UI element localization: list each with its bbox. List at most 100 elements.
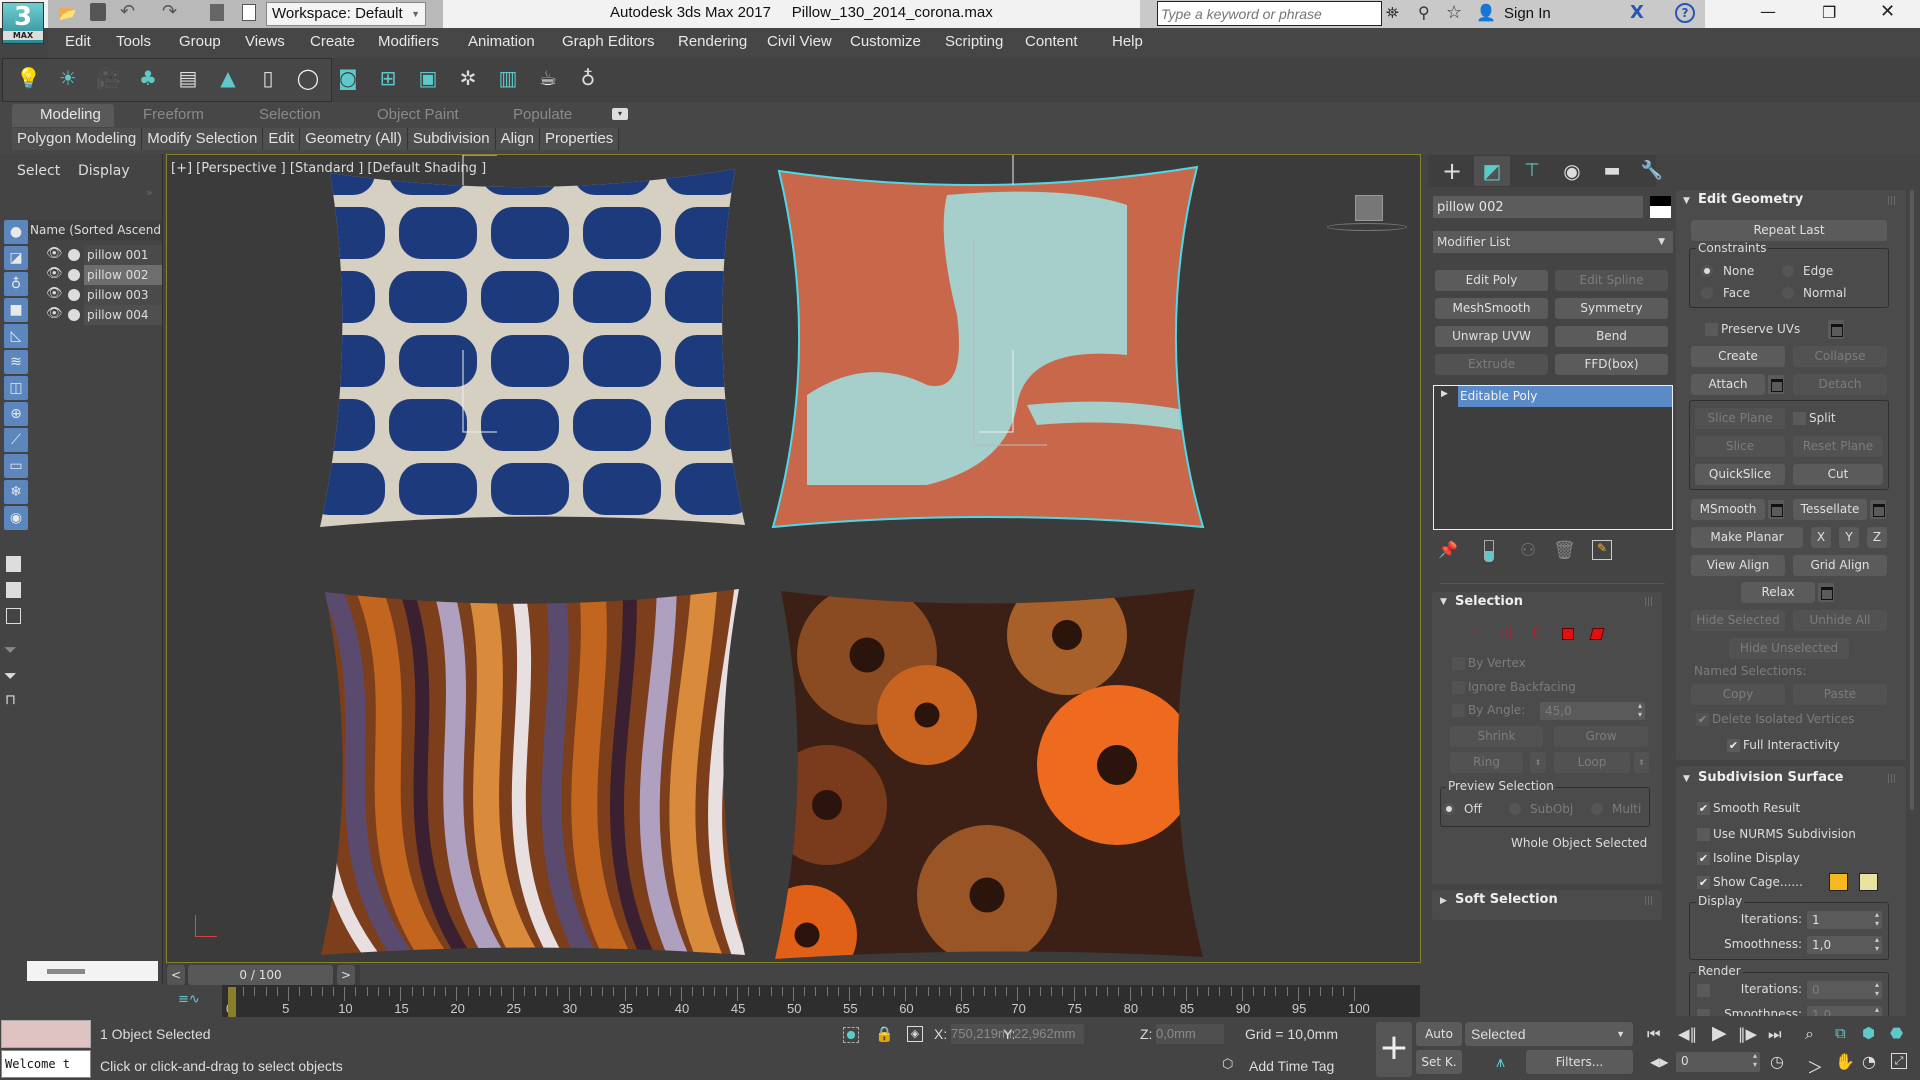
object-color-swatch[interactable] bbox=[1650, 196, 1671, 218]
vfb-icon[interactable]: ▥ bbox=[496, 66, 520, 90]
key-mode-dropdown[interactable]: Selected ▼ bbox=[1465, 1022, 1633, 1046]
panel-align[interactable]: Align bbox=[495, 128, 540, 150]
orbit-icon[interactable]: ◔ bbox=[1862, 1052, 1876, 1071]
display-shapes-icon[interactable]: ◪ bbox=[4, 246, 28, 270]
menu-group[interactable]: Group bbox=[179, 33, 221, 50]
cut-button[interactable]: Cut bbox=[1793, 464, 1883, 485]
cage-color-swatch[interactable] bbox=[1829, 873, 1848, 891]
proxy-icon[interactable]: ▯ bbox=[256, 66, 280, 90]
expand-arrow-icon[interactable]: ▶ bbox=[1441, 389, 1448, 399]
preserve-uvs-checkbox[interactable] bbox=[1705, 323, 1718, 336]
edit-geometry-title[interactable]: Edit Geometry bbox=[1698, 192, 1803, 207]
configure-modifier-sets-icon[interactable]: ✎ bbox=[1592, 540, 1612, 560]
auto-key-button[interactable]: Auto bbox=[1416, 1022, 1462, 1046]
explorer-row[interactable]: 👁 pillow 004 bbox=[28, 305, 162, 325]
make-planar-button[interactable]: Make Planar bbox=[1691, 527, 1803, 548]
tab-freeform[interactable]: Freeform bbox=[143, 106, 204, 123]
repeat-last-button[interactable]: Repeat Last bbox=[1691, 220, 1887, 241]
workspace-dropdown[interactable]: Workspace: Default ▼ bbox=[266, 2, 426, 26]
set-key-button[interactable]: Set K. bbox=[1416, 1050, 1462, 1074]
attach-list-button[interactable] bbox=[1768, 375, 1784, 394]
menu-scripting[interactable]: Scripting bbox=[945, 33, 1003, 50]
panel-polygon-modeling[interactable]: Polygon Modeling bbox=[12, 128, 143, 150]
previous-frame-icon[interactable]: ◀‖ bbox=[1678, 1025, 1697, 1043]
rollout-grip-icon[interactable] bbox=[1888, 196, 1897, 205]
create-button[interactable]: Create bbox=[1691, 346, 1785, 367]
display-groups-icon[interactable]: ◫ bbox=[4, 376, 28, 400]
vertex-mode-icon[interactable]: ⁖ bbox=[1470, 625, 1478, 641]
zoom-icon[interactable]: ⌕ bbox=[1805, 1024, 1814, 1044]
play-icon[interactable]: ▶ bbox=[1712, 1022, 1727, 1044]
by-vertex-checkbox[interactable] bbox=[1452, 657, 1465, 670]
filters-button[interactable]: Filters... bbox=[1526, 1050, 1633, 1074]
star-icon[interactable]: ☆ bbox=[1446, 2, 1462, 23]
display-lights-icon[interactable]: ♁ bbox=[4, 272, 28, 296]
render-smoothness-spinner[interactable]: 1,0 bbox=[1807, 1005, 1882, 1016]
menu-edit[interactable]: Edit bbox=[65, 33, 91, 50]
utilities-tab-icon[interactable]: 🔧 bbox=[1634, 156, 1670, 186]
freeze-dot-icon[interactable] bbox=[68, 309, 80, 321]
menu-rendering[interactable]: Rendering bbox=[678, 33, 747, 50]
modifier-list-dropdown[interactable]: Modifier List ▼ bbox=[1433, 231, 1673, 253]
relax-button[interactable]: Relax bbox=[1741, 582, 1815, 603]
tessellate-button[interactable]: Tessellate bbox=[1793, 499, 1867, 520]
ring-button[interactable]: Ring bbox=[1450, 752, 1523, 773]
ffd-box-button[interactable]: FFD(box) bbox=[1555, 354, 1668, 375]
binoculars-icon[interactable]: ⛯ bbox=[1386, 3, 1399, 23]
detach-button[interactable]: Detach bbox=[1793, 374, 1887, 395]
time-tag-icon[interactable]: ⬡ bbox=[1222, 1057, 1233, 1072]
open-file-icon[interactable]: 📂 bbox=[58, 4, 77, 22]
display-tab-icon[interactable]: ▬ bbox=[1594, 156, 1630, 186]
add-time-tag-button[interactable]: Add Time Tag bbox=[1249, 1058, 1334, 1074]
time-slider-thumb[interactable]: 0 / 100 bbox=[188, 965, 333, 985]
edit-spline-button[interactable]: Edit Spline bbox=[1555, 270, 1668, 291]
project-icon[interactable] bbox=[210, 4, 224, 21]
visibility-eye-icon[interactable]: 👁 bbox=[46, 246, 63, 261]
rollout-grip-icon[interactable] bbox=[1645, 597, 1654, 606]
collapse-arrow-icon[interactable]: ▼ bbox=[1683, 774, 1690, 784]
delete-isolated-checkbox[interactable]: ✔ bbox=[1696, 713, 1709, 726]
create-tab-icon[interactable]: + bbox=[1434, 156, 1470, 186]
viewcube-ring[interactable] bbox=[1327, 223, 1407, 231]
z-coordinate-field[interactable]: 0,0mm bbox=[1156, 1024, 1224, 1044]
layer-explorer-dropdown[interactable] bbox=[27, 961, 158, 981]
loop-button[interactable]: Loop bbox=[1554, 752, 1630, 773]
freeze-dot-icon[interactable] bbox=[68, 289, 80, 301]
tab-selection[interactable]: Selection bbox=[259, 106, 321, 123]
filter-icon[interactable]: ⏷ bbox=[4, 666, 17, 686]
light-icon[interactable]: 💡 bbox=[16, 66, 41, 90]
key-filters-icon[interactable]: ⩚ bbox=[1496, 1052, 1505, 1072]
copy-button[interactable]: Copy bbox=[1691, 684, 1785, 705]
visibility-eye-icon[interactable]: 👁 bbox=[46, 266, 63, 281]
zoom-all-icon[interactable]: ⧉ bbox=[1835, 1024, 1846, 1042]
display-cameras-icon[interactable]: ■ bbox=[4, 298, 28, 322]
time-configuration-icon[interactable]: ◷ bbox=[1770, 1052, 1784, 1071]
time-prev-button[interactable]: < bbox=[167, 965, 185, 985]
render-frame-icon[interactable]: ▣ bbox=[416, 66, 440, 90]
extrude-button[interactable]: Extrude bbox=[1435, 354, 1548, 375]
display-invert-icon[interactable] bbox=[6, 608, 21, 624]
visibility-eye-icon[interactable]: 👁 bbox=[46, 286, 63, 301]
panel-subdivision[interactable]: Subdivision bbox=[407, 128, 496, 150]
reset-plane-button[interactable]: Reset Plane bbox=[1793, 436, 1883, 457]
explorer-row[interactable]: 👁 pillow 001 bbox=[28, 245, 162, 265]
preview-off-radio[interactable] bbox=[1443, 803, 1455, 815]
display-all-icon[interactable] bbox=[6, 556, 21, 572]
quickslice-button[interactable]: QuickSlice bbox=[1695, 464, 1785, 485]
constraint-face-radio[interactable] bbox=[1701, 287, 1713, 299]
menu-content[interactable]: Content bbox=[1025, 33, 1078, 50]
next-frame-icon[interactable]: ‖▶ bbox=[1738, 1025, 1757, 1043]
ring-icon[interactable]: ◯ bbox=[296, 66, 320, 90]
panel-divider[interactable] bbox=[1440, 583, 1665, 584]
display-none-icon[interactable] bbox=[6, 582, 21, 598]
ring-spinner[interactable]: ⬍ bbox=[1530, 752, 1546, 773]
field-of-view-icon[interactable]: ＞ bbox=[1807, 1054, 1823, 1078]
add-camera-icon[interactable]: ✲ bbox=[456, 66, 480, 90]
foliage-icon[interactable]: ▲ bbox=[216, 66, 240, 90]
panel-properties[interactable]: Properties bbox=[539, 128, 620, 150]
edge-mode-icon[interactable]: ◁ bbox=[1500, 625, 1511, 641]
explorer-row-selected[interactable]: 👁 pillow 002 bbox=[28, 265, 162, 285]
unhide-all-button[interactable]: Unhide All bbox=[1793, 610, 1887, 631]
collapse-arrow-icon[interactable]: ▼ bbox=[1683, 196, 1690, 206]
teapot-icon[interactable]: ☕ bbox=[536, 66, 560, 90]
